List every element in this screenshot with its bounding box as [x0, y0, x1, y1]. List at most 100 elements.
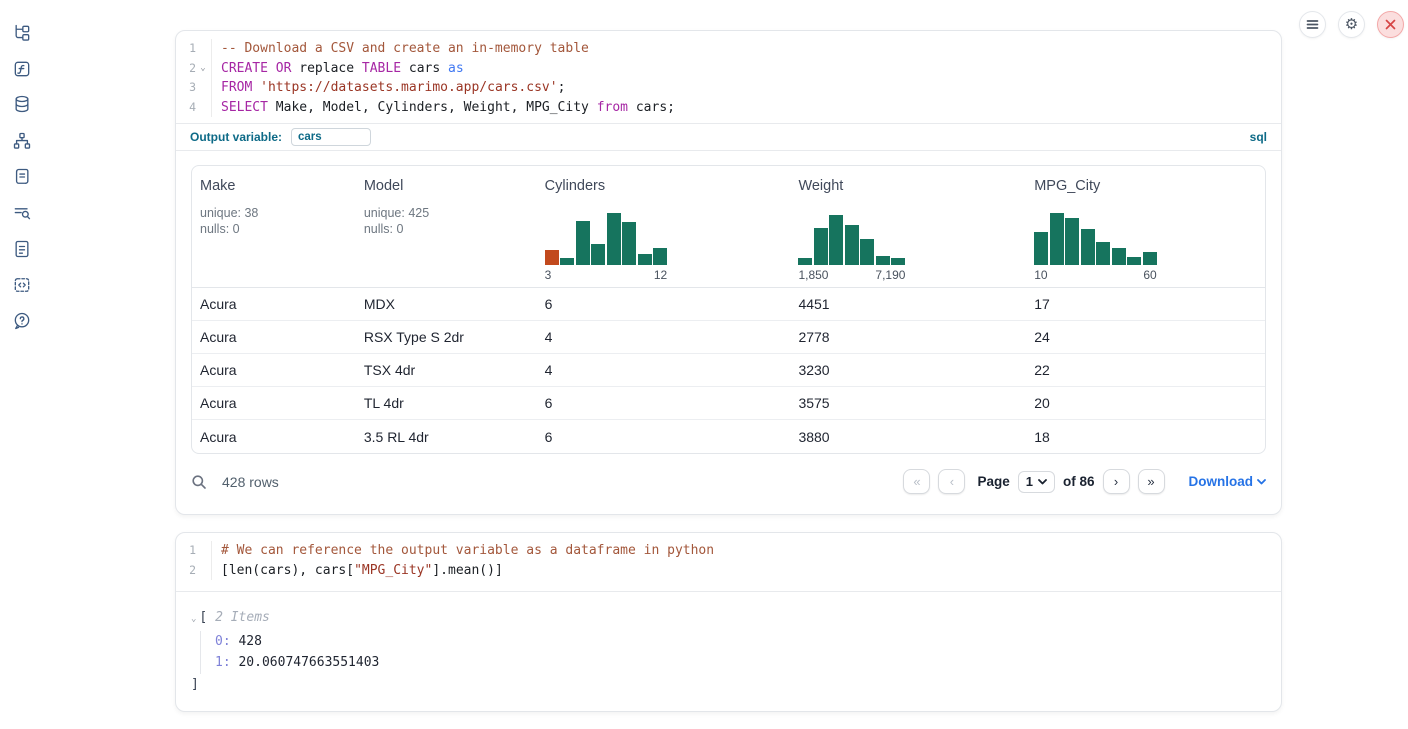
- histogram-min-label: 10: [1034, 268, 1047, 282]
- table-header-row: Makeunique: 38nulls: 0Modelunique: 425nu…: [192, 166, 1265, 288]
- documentation-icon[interactable]: [10, 237, 34, 261]
- last-page-button[interactable]: »: [1138, 469, 1165, 494]
- snippets-icon[interactable]: [10, 273, 34, 297]
- code-line-text[interactable]: [len(cars), cars["MPG_City"].mean()]: [212, 561, 503, 581]
- histogram-bar[interactable]: [860, 239, 874, 265]
- column-header[interactable]: MPG_City1060: [1026, 166, 1265, 287]
- file-explorer-icon[interactable]: [10, 21, 34, 45]
- python-code-editor[interactable]: 1# We can reference the output variable …: [176, 533, 1281, 586]
- output-entry: 1: 20.060747663551403: [215, 652, 1266, 674]
- next-page-button[interactable]: ›: [1103, 469, 1130, 494]
- code-line: 2⌄CREATE OR replace TABLE cars as: [176, 59, 1281, 79]
- table-cell: 6: [537, 296, 791, 312]
- search-icon[interactable]: [191, 474, 207, 490]
- code-token: as: [448, 61, 464, 76]
- histogram-max-label: 60: [1143, 268, 1156, 282]
- code-token: [252, 80, 260, 95]
- functions-icon[interactable]: [10, 57, 34, 81]
- close-bracket: ]: [191, 674, 1266, 696]
- table-cell: 18: [1026, 429, 1265, 445]
- code-line-text[interactable]: -- Download a CSV and create an in-memor…: [212, 39, 589, 59]
- code-token: TABLE: [362, 61, 401, 76]
- code-line: 1# We can reference the output variable …: [176, 541, 1281, 561]
- fold-chevron-icon: [196, 561, 210, 581]
- table-cell: 3.5 RL 4dr: [356, 429, 537, 445]
- collapse-chevron-icon[interactable]: ⌄: [191, 614, 196, 624]
- page-select[interactable]: 1: [1018, 471, 1055, 493]
- histogram-bar[interactable]: [814, 228, 828, 265]
- entry-index: 0:: [215, 634, 231, 649]
- histogram-bar[interactable]: [576, 221, 590, 265]
- column-header[interactable]: Cylinders312: [537, 166, 791, 287]
- histogram-bar[interactable]: [545, 250, 559, 265]
- fold-chevron-icon: [196, 98, 210, 118]
- help-icon[interactable]: [10, 309, 34, 333]
- code-line-text[interactable]: SELECT Make, Model, Cylinders, Weight, M…: [212, 98, 675, 118]
- chevron-down-icon: [1257, 479, 1266, 485]
- histogram-bar[interactable]: [1112, 248, 1126, 265]
- code-token: replace: [291, 61, 361, 76]
- shutdown-close-icon[interactable]: [1377, 11, 1404, 38]
- code-token: ].mean()]: [432, 563, 502, 578]
- histogram-bar[interactable]: [845, 225, 859, 265]
- histogram-bar[interactable]: [591, 244, 605, 265]
- column-header[interactable]: Makeunique: 38nulls: 0: [192, 166, 356, 287]
- histogram-bar[interactable]: [607, 213, 621, 265]
- output-variable-input[interactable]: [291, 128, 371, 146]
- download-button[interactable]: Download: [1189, 474, 1267, 489]
- fold-chevron-icon: [196, 78, 210, 98]
- dependency-graph-icon[interactable]: [10, 129, 34, 153]
- stat-line: nulls: 0: [200, 221, 348, 237]
- table-cell: 17: [1026, 296, 1265, 312]
- scratchpad-icon[interactable]: [10, 165, 34, 189]
- table-cell: 20: [1026, 395, 1265, 411]
- table-cell: 6: [537, 429, 791, 445]
- code-token: FROM: [221, 80, 252, 95]
- table-cell: 4: [537, 362, 791, 378]
- first-page-button[interactable]: «: [903, 469, 930, 494]
- table-footer: 428 rows « ‹ Page 1 of 86 › » Download: [176, 454, 1281, 494]
- histogram-axis-labels: 312: [545, 268, 668, 282]
- table-cell: Acura: [192, 429, 356, 445]
- table-of-contents-search-icon[interactable]: [10, 201, 34, 225]
- column-header[interactable]: Weight1,8507,190: [790, 166, 1026, 287]
- sql-code-editor[interactable]: 1-- Download a CSV and create an in-memo…: [176, 31, 1281, 123]
- code-line-text[interactable]: # We can reference the output variable a…: [212, 541, 714, 561]
- histogram-bar[interactable]: [798, 258, 812, 265]
- code-line-text[interactable]: FROM 'https://datasets.marimo.app/cars.c…: [212, 78, 565, 98]
- output-variable-label: Output variable:: [190, 130, 282, 144]
- histogram-bar[interactable]: [653, 248, 667, 265]
- histogram-bar[interactable]: [876, 256, 890, 265]
- table-cell: 4: [537, 329, 791, 345]
- histogram-bar[interactable]: [560, 258, 574, 265]
- histogram-bar[interactable]: [829, 215, 843, 265]
- code-token: cars;: [628, 100, 675, 115]
- histogram-bar[interactable]: [1096, 242, 1110, 265]
- fold-chevron-icon: [196, 39, 210, 59]
- histogram-bar[interactable]: [1050, 213, 1064, 265]
- datasources-icon[interactable]: [10, 92, 34, 116]
- prev-page-button[interactable]: ‹: [938, 469, 965, 494]
- column-header[interactable]: Modelunique: 425nulls: 0: [356, 166, 537, 287]
- table-cell: 24: [1026, 329, 1265, 345]
- histogram-bar[interactable]: [638, 254, 652, 265]
- table-row: Acura3.5 RL 4dr6388018: [192, 420, 1265, 453]
- pagination: « ‹ Page 1 of 86 › » Download: [903, 469, 1266, 494]
- menu-icon[interactable]: [1299, 11, 1326, 38]
- histogram-bar[interactable]: [1081, 229, 1095, 265]
- code-token: SELECT: [221, 100, 268, 115]
- entry-index: 1:: [215, 655, 231, 670]
- code-line-text[interactable]: CREATE OR replace TABLE cars as: [212, 59, 464, 79]
- stat-line: unique: 38: [200, 205, 348, 221]
- histogram-bar[interactable]: [1034, 232, 1048, 265]
- histogram-bar[interactable]: [891, 258, 905, 265]
- data-table: Makeunique: 38nulls: 0Modelunique: 425nu…: [191, 165, 1266, 454]
- histogram-bar[interactable]: [1143, 252, 1157, 265]
- fold-chevron-icon[interactable]: ⌄: [196, 59, 210, 79]
- code-line: 1-- Download a CSV and create an in-memo…: [176, 39, 1281, 59]
- output-tree-header: ⌄[ 2 Items: [191, 607, 1266, 631]
- histogram-bar[interactable]: [622, 222, 636, 265]
- settings-gear-icon[interactable]: ⚙: [1338, 11, 1365, 38]
- histogram-bar[interactable]: [1065, 218, 1079, 265]
- histogram-bar[interactable]: [1127, 257, 1141, 265]
